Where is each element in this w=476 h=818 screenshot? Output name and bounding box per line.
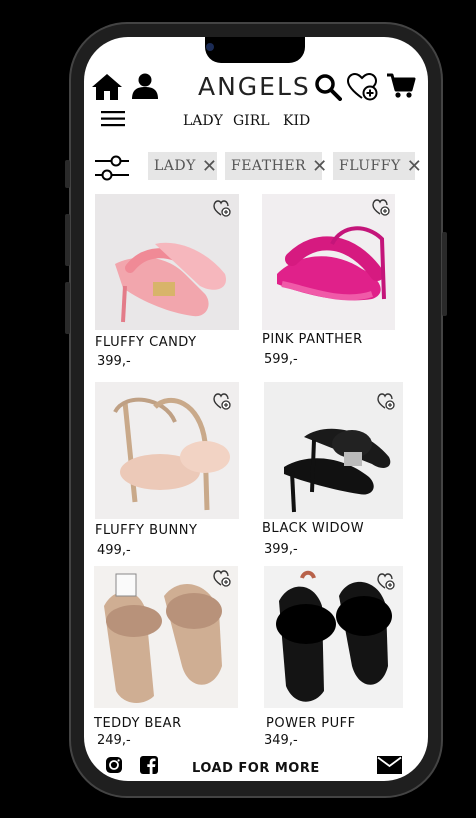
add-to-wishlist-icon[interactable] bbox=[213, 200, 231, 218]
notch bbox=[205, 37, 305, 63]
filter-chip-label: LADY bbox=[154, 158, 196, 174]
mail-icon[interactable] bbox=[377, 756, 402, 774]
volume-down-button bbox=[65, 282, 70, 334]
category-girl[interactable]: GIRL bbox=[233, 113, 270, 129]
front-camera bbox=[206, 43, 214, 51]
filter-chip-label: FEATHER bbox=[231, 158, 307, 174]
remove-filter-icon[interactable]: ✕ bbox=[312, 156, 327, 177]
filter-sliders-icon[interactable] bbox=[94, 154, 130, 182]
home-icon[interactable] bbox=[91, 73, 123, 101]
product-price: 249,- bbox=[97, 733, 131, 748]
product-price: 399,- bbox=[97, 354, 131, 369]
add-to-wishlist-icon[interactable] bbox=[213, 570, 231, 588]
product-price: 599,- bbox=[264, 352, 298, 367]
product-name[interactable]: FLUFFY CANDY bbox=[95, 335, 197, 350]
volume-up-button bbox=[65, 214, 70, 266]
facebook-icon[interactable] bbox=[140, 756, 158, 774]
wishlist-icon[interactable] bbox=[347, 73, 379, 101]
category-lady[interactable]: LADY bbox=[183, 113, 223, 129]
product-price: 499,- bbox=[97, 543, 131, 558]
filter-chip-feather[interactable]: FEATHER ✕ bbox=[225, 152, 327, 180]
product-price: 399,- bbox=[264, 542, 298, 557]
search-icon[interactable] bbox=[314, 73, 342, 101]
add-to-wishlist-icon[interactable] bbox=[377, 393, 395, 411]
brand-logo[interactable]: ANGELS bbox=[198, 72, 311, 101]
cart-icon[interactable] bbox=[386, 73, 416, 99]
filter-chip-label: FLUFFY bbox=[339, 158, 401, 174]
mute-switch bbox=[65, 160, 70, 188]
power-button bbox=[442, 232, 447, 316]
add-to-wishlist-icon[interactable] bbox=[213, 393, 231, 411]
product-price: 349,- bbox=[264, 733, 298, 748]
product-name[interactable]: PINK PANTHER bbox=[262, 332, 363, 347]
product-name[interactable]: POWER PUFF bbox=[266, 716, 356, 731]
category-kid[interactable]: KID bbox=[283, 113, 310, 129]
product-name[interactable]: BLACK WIDOW bbox=[262, 521, 364, 536]
remove-filter-icon[interactable]: ✕ bbox=[407, 156, 422, 177]
filter-chip-fluffy[interactable]: FLUFFY ✕ bbox=[333, 152, 422, 180]
menu-icon[interactable] bbox=[101, 111, 125, 127]
add-to-wishlist-icon[interactable] bbox=[377, 573, 395, 591]
instagram-icon[interactable] bbox=[105, 756, 123, 774]
add-to-wishlist-icon[interactable] bbox=[372, 199, 390, 217]
filter-chip-lady[interactable]: LADY ✕ bbox=[148, 152, 217, 180]
product-name[interactable]: TEDDY BEAR bbox=[94, 716, 182, 731]
user-icon[interactable] bbox=[131, 73, 159, 99]
product-name[interactable]: FLUFFY BUNNY bbox=[95, 523, 197, 538]
load-more-button[interactable]: LOAD FOR MORE bbox=[192, 761, 320, 776]
remove-filter-icon[interactable]: ✕ bbox=[202, 156, 217, 177]
